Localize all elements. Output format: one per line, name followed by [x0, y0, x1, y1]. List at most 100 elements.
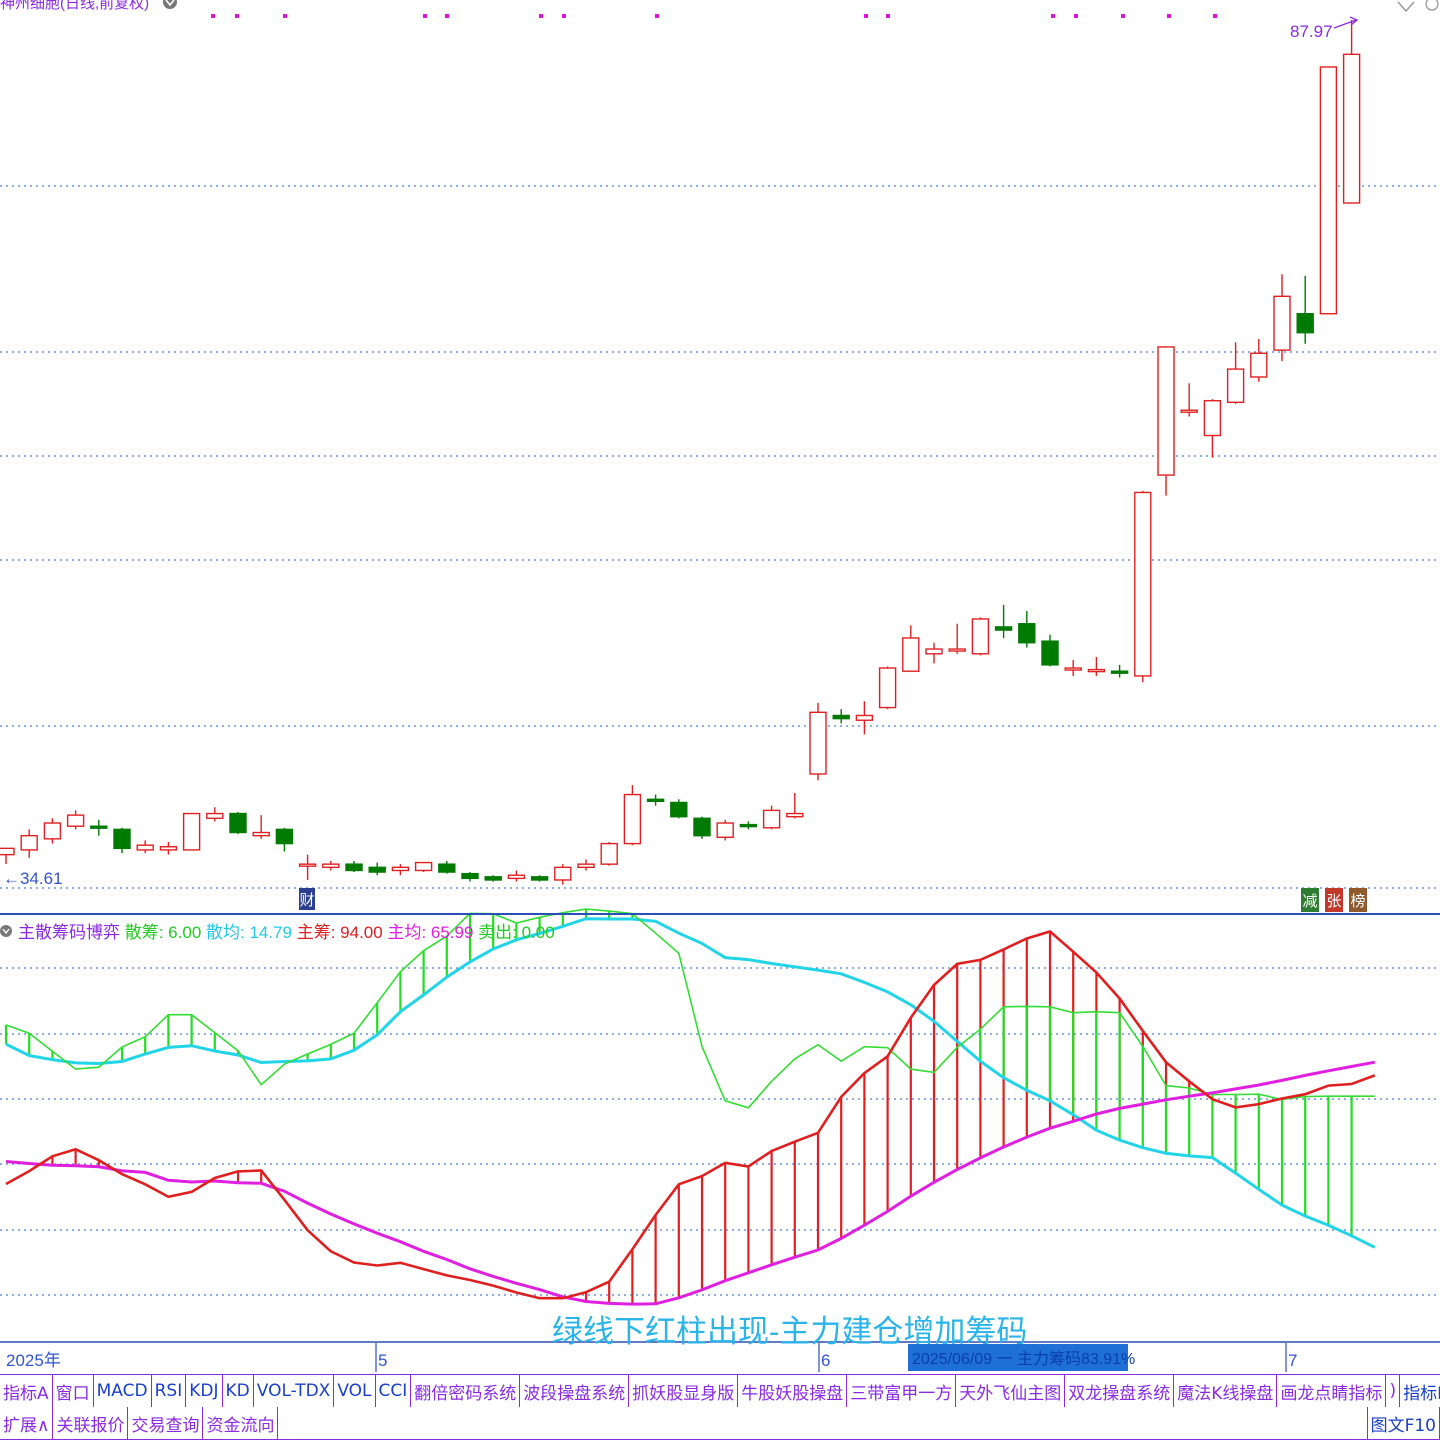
candle [646, 794, 665, 806]
time-label: 6 [821, 1351, 830, 1370]
signal-dot [423, 14, 427, 18]
indicator-value: 散均: 14.79 [201, 923, 292, 942]
arrow-icon [1333, 16, 1359, 29]
candle-body [855, 714, 874, 721]
candle [275, 827, 294, 852]
candle-body [252, 831, 270, 837]
indicator-tab[interactable]: 牛股妖股操盘 [738, 1375, 848, 1407]
finance-badge-label: 财 [299, 892, 314, 909]
indicator-tab[interactable]: 波段操盘系统 [520, 1375, 630, 1407]
indicator-tab[interactable]: CCI [375, 1375, 412, 1407]
event-badge-label: 减 [1302, 892, 1317, 910]
candle-body [438, 863, 456, 873]
indicator-toggle-icon[interactable] [0, 925, 12, 937]
candle-body [623, 793, 642, 845]
indicator-tab[interactable]: ) [1386, 1375, 1401, 1407]
candle-body [322, 863, 340, 869]
signal-dot [1213, 14, 1217, 18]
indicator-tab[interactable]: 魔法K线操盘 [1174, 1375, 1278, 1407]
candle-body [809, 711, 827, 775]
candle [43, 818, 62, 844]
indicator-tab[interactable]: 窗口 [52, 1375, 94, 1407]
candle-body [994, 626, 1013, 631]
indicator-tab[interactable]: 抓妖股显身版 [629, 1375, 739, 1407]
indicator-value: 主筹: 94.00 [292, 923, 383, 942]
candle [1018, 611, 1036, 648]
candle-body [554, 866, 572, 881]
signal-dot [283, 14, 287, 18]
candle-body [43, 822, 62, 840]
signal-dots [211, 14, 1217, 18]
chevron-down-icon[interactable] [1397, 0, 1439, 13]
indicator-tab-bar: 指标A 窗口 MACD RSI KDJ KD VOL-TDX VOL CCI 翻倍密码系统 波段操盘… [0, 1374, 1440, 1408]
candle [159, 842, 178, 855]
indicator-tab[interactable]: 三带富甲一方 [847, 1375, 957, 1407]
indicator-tab[interactable]: KDJ [186, 1375, 223, 1407]
tab-spacer [278, 1407, 1367, 1439]
indicator-tab[interactable]: 画龙点睛指标 [1277, 1375, 1387, 1407]
candle [66, 810, 85, 830]
indicator-tab[interactable]: 双龙操盘系统 [1065, 1375, 1175, 1407]
function-tab-bar: 扩展∧ 关联报价 交易查询 资金流向 图文F10 [0, 1407, 1440, 1440]
candle-body [182, 812, 201, 851]
event-badge[interactable]: 减 [1301, 888, 1319, 912]
indicator-tab[interactable]: VOL [334, 1375, 376, 1407]
signal-dot [445, 14, 449, 18]
candlestick-series [0, 20, 1361, 885]
candle [600, 842, 618, 866]
candle [832, 709, 850, 724]
candle-body [20, 834, 38, 851]
chart-canvas[interactable]: 神州细胞(日线,前复权) 87.97 ←34.61 财 减张榜 主散筹码博弈 散… [0, 0, 1440, 1440]
candle [298, 854, 317, 880]
f10-tab[interactable]: 图文F10 [1366, 1407, 1440, 1439]
candle [1342, 20, 1361, 204]
candle [1250, 339, 1268, 382]
zhuchou-line [5, 930, 1376, 1300]
indicator-tab[interactable]: 天外飞仙主图 [956, 1375, 1066, 1407]
indicator-tab[interactable]: 指标B [1400, 1375, 1440, 1407]
indicator-tab[interactable]: MACD [93, 1375, 152, 1407]
candle-body [66, 814, 85, 827]
function-tab[interactable]: 扩展∧ [0, 1407, 54, 1439]
candle-body [1319, 66, 1338, 315]
candle-body [1041, 640, 1059, 666]
event-badge[interactable]: 张 [1325, 888, 1343, 912]
time-label: 7 [1288, 1351, 1297, 1370]
candle-body [1273, 295, 1291, 351]
candle [391, 864, 410, 876]
candle [1180, 383, 1198, 417]
candle [229, 811, 247, 835]
candle-body [762, 809, 781, 829]
candle [1157, 346, 1175, 496]
candle [1087, 656, 1106, 676]
candle-body [391, 866, 410, 872]
candle [20, 829, 38, 858]
candle-body [113, 828, 131, 850]
function-tab[interactable]: 资金流向 [203, 1407, 279, 1439]
candle [1296, 275, 1314, 344]
function-tab[interactable]: 交易查询 [128, 1407, 204, 1439]
indicator-tab[interactable]: 指标A [0, 1375, 53, 1407]
indicator-tab[interactable]: RSI [151, 1375, 187, 1407]
indicator-tab[interactable]: 翻倍密码系统 [411, 1375, 521, 1407]
candle [693, 816, 711, 839]
low-price-label: ←34.61 [3, 869, 63, 888]
chevron-down-icon[interactable] [163, 0, 177, 9]
candle-body [206, 812, 224, 819]
candle-body [832, 714, 850, 720]
function-tab[interactable]: 关联报价 [53, 1407, 129, 1439]
event-badges[interactable]: 减张榜 [1301, 888, 1367, 912]
candle [902, 625, 920, 672]
candle [90, 819, 108, 836]
candle-body [1226, 368, 1245, 403]
signal-dot [1051, 14, 1055, 18]
event-badge[interactable]: 榜 [1349, 888, 1367, 912]
candle-body [1087, 668, 1106, 673]
indicator-tab[interactable]: KD [222, 1375, 254, 1407]
signal-dot [864, 14, 868, 18]
indicator-tab[interactable]: VOL-TDX [253, 1375, 335, 1407]
signal-dot [562, 14, 566, 18]
candle-body [902, 637, 920, 672]
candle [1319, 66, 1338, 315]
signal-dot [655, 14, 659, 18]
